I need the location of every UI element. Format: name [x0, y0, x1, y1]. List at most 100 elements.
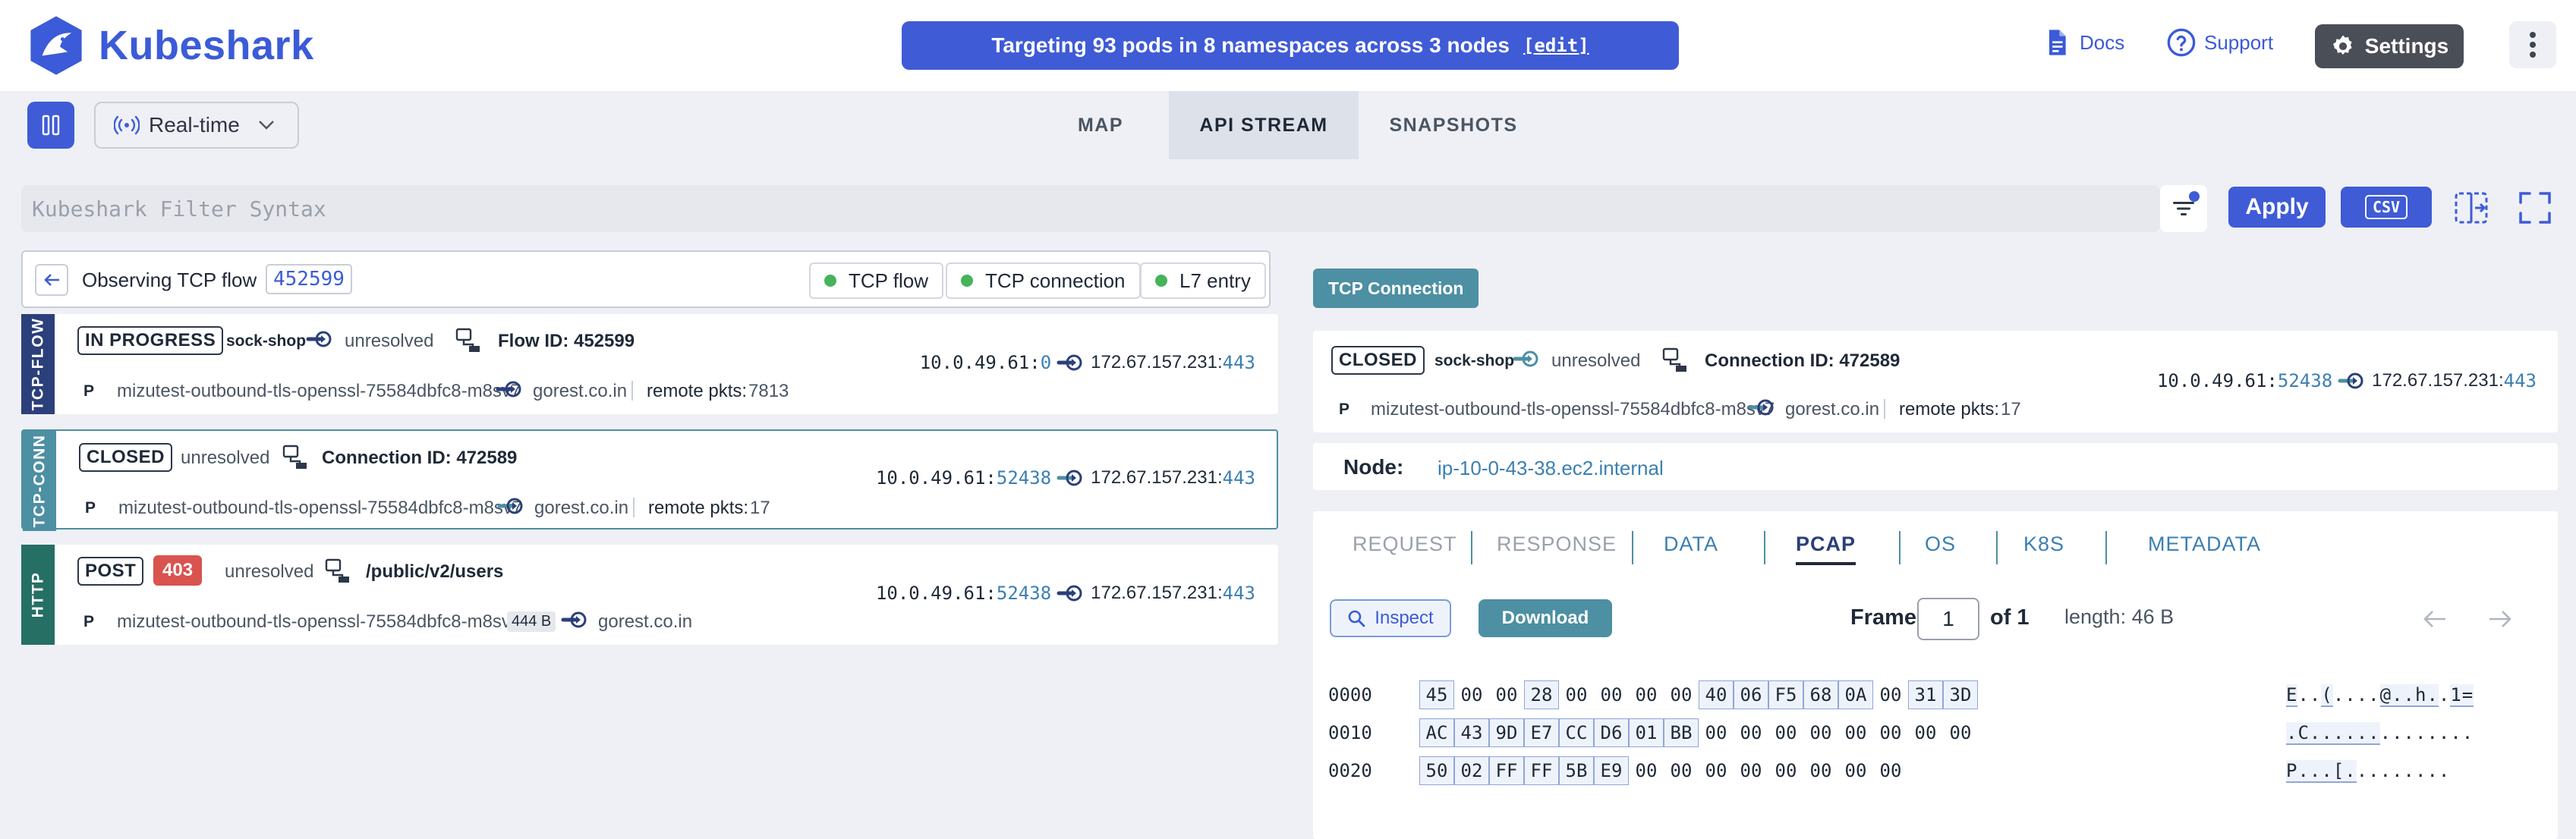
ascii-char: . [2345, 684, 2357, 705]
app-logo[interactable]: Kubeshark [24, 14, 314, 77]
tab-os[interactable]: OS [1925, 533, 1956, 562]
hex-byte[interactable]: FF [1524, 756, 1559, 785]
more-options-button[interactable] [2509, 21, 2556, 68]
source-port: 52438 [996, 467, 1052, 489]
hex-byte[interactable]: E7 [1524, 718, 1559, 747]
tab-api-stream[interactable]: API STREAM [1169, 91, 1359, 159]
fullscreen-button[interactable] [2514, 187, 2556, 229]
hex-byte[interactable]: 02 [1454, 756, 1489, 785]
tab-response[interactable]: RESPONSE [1497, 533, 1617, 562]
hex-byte[interactable]: 68 [1803, 680, 1838, 709]
hex-byte[interactable]: 40 [1699, 680, 1734, 709]
hex-byte[interactable]: D6 [1594, 718, 1629, 747]
docs-link[interactable]: Docs [2042, 27, 2124, 58]
filter-input[interactable]: Kubeshark Filter Syntax [21, 185, 2160, 232]
hex-byte[interactable]: 31 [1908, 680, 1943, 709]
hex-byte[interactable]: 00 [1734, 718, 1768, 747]
hex-byte[interactable]: 00 [1838, 756, 1873, 785]
split-view-button[interactable] [2450, 187, 2493, 229]
tab-k8s[interactable]: K8S [2023, 533, 2064, 562]
hex-byte[interactable]: BB [1664, 718, 1699, 747]
hex-byte[interactable]: 5B [1559, 756, 1594, 785]
hex-byte[interactable]: 00 [1594, 680, 1629, 709]
hex-byte[interactable]: 43 [1454, 718, 1489, 747]
hex-byte[interactable]: 00 [1734, 756, 1768, 785]
destination-host: gorest.co.in [1785, 399, 1880, 420]
hex-byte[interactable]: 00 [1803, 718, 1838, 747]
hex-byte[interactable]: 00 [1873, 756, 1908, 785]
hex-byte[interactable]: 00 [1943, 718, 1978, 747]
tab-snapshots[interactable]: SNAPSHOTS [1359, 91, 1548, 159]
settings-label: Settings [2364, 34, 2449, 58]
entry-type-label: TCP-CONN [30, 434, 49, 528]
download-button[interactable]: Download [1479, 599, 1612, 637]
ascii-char: . [2321, 760, 2333, 783]
ascii-char: . [2414, 722, 2427, 743]
hex-byte[interactable]: 0A [1838, 680, 1873, 709]
hex-offset: 0000 [1328, 684, 1372, 705]
node-value[interactable]: ip-10-0-43-38.ec2.internal [1438, 457, 1664, 480]
hex-byte[interactable]: 01 [1629, 718, 1664, 747]
apply-filter-button[interactable]: Apply [2228, 187, 2326, 228]
hex-byte[interactable]: CC [1559, 718, 1594, 747]
settings-button[interactable]: Settings [2315, 24, 2464, 68]
next-frame-button[interactable] [2482, 601, 2518, 637]
hex-byte[interactable]: AC [1419, 718, 1454, 747]
hex-byte[interactable]: 00 [1559, 680, 1594, 709]
network-plug-icon [325, 558, 349, 583]
entry-tcp-flow[interactable]: TCP-FLOW IN PROGRESS sock-shop unresolve… [21, 314, 1278, 414]
filter-options-button[interactable] [2160, 185, 2207, 232]
hex-byte[interactable]: 06 [1734, 680, 1768, 709]
hex-byte[interactable]: 28 [1524, 680, 1559, 709]
docs-label: Docs [2080, 30, 2125, 54]
previous-frame-button[interactable] [2417, 601, 2453, 637]
hex-byte[interactable]: 00 [1629, 756, 1664, 785]
divider [633, 498, 635, 517]
hex-byte[interactable]: F5 [1768, 680, 1803, 709]
ascii-char: . [2438, 684, 2451, 705]
hex-byte[interactable]: 00 [1803, 756, 1838, 785]
hex-byte[interactable]: 50 [1419, 756, 1454, 785]
tab-pcap[interactable]: PCAP [1796, 533, 1856, 565]
entry-tcp-connection[interactable]: TCP-CONN CLOSED unresolved Connection ID… [21, 429, 1278, 531]
export-csv-button[interactable]: CSV [2341, 187, 2432, 228]
hex-byte[interactable]: 00 [1838, 718, 1873, 747]
ascii-char: . [2426, 760, 2439, 781]
hex-byte[interactable]: 00 [1768, 756, 1803, 785]
inspect-button[interactable]: Inspect [1330, 599, 1451, 637]
hex-byte[interactable]: 00 [1699, 756, 1734, 785]
hex-byte[interactable]: 00 [1873, 718, 1908, 747]
hex-byte[interactable]: E9 [1594, 756, 1629, 785]
hex-byte[interactable]: 00 [1664, 756, 1699, 785]
tab-data[interactable]: DATA [1664, 533, 1718, 562]
remote-packets-value: 7813 [748, 381, 789, 401]
hex-byte[interactable]: 9D [1489, 718, 1524, 747]
hex-byte[interactable]: 00 [1664, 680, 1699, 709]
entry-http[interactable]: HTTP POST 403 unresolved /public/v2/user… [21, 545, 1278, 645]
hex-byte[interactable]: 45 [1419, 680, 1454, 709]
back-button[interactable] [35, 264, 68, 296]
hex-byte[interactable]: 00 [1699, 718, 1734, 747]
hex-byte[interactable]: 3D [1943, 680, 1978, 709]
detail-panel: TCP Connection CLOSED sock-shop unresolv… [1290, 247, 2576, 839]
hex-byte[interactable]: 00 [1454, 680, 1489, 709]
filter-active-dot [2189, 191, 2200, 202]
hex-byte[interactable]: 00 [1489, 680, 1524, 709]
hex-byte[interactable]: 00 [1629, 680, 1664, 709]
hex-byte[interactable]: 00 [1873, 680, 1908, 709]
filter-bar: Kubeshark Filter Syntax Apply CSV [0, 159, 2576, 247]
hex-offset: 0010 [1328, 722, 1372, 743]
hex-byte[interactable]: FF [1489, 756, 1524, 785]
pause-button[interactable] [27, 102, 74, 149]
frame-number-input[interactable] [1917, 598, 1979, 640]
tab-metadata[interactable]: METADATA [2148, 533, 2261, 562]
status-badge: CLOSED [79, 443, 173, 472]
edit-targeting-link[interactable]: [edit] [1523, 35, 1589, 56]
hex-byte[interactable]: 00 [1768, 718, 1803, 747]
time-mode-select[interactable]: Real-time [94, 102, 299, 149]
support-link[interactable]: Support [2166, 27, 2273, 58]
hex-byte[interactable]: 00 [1908, 718, 1943, 747]
hex-row: 0000 45 00 00 28 00 00 00 00 40 06 F5 68 0A 00 31 3D [1328, 680, 1978, 710]
tab-map[interactable]: MAP [1032, 91, 1169, 159]
tab-request[interactable]: REQUEST [1353, 533, 1457, 562]
